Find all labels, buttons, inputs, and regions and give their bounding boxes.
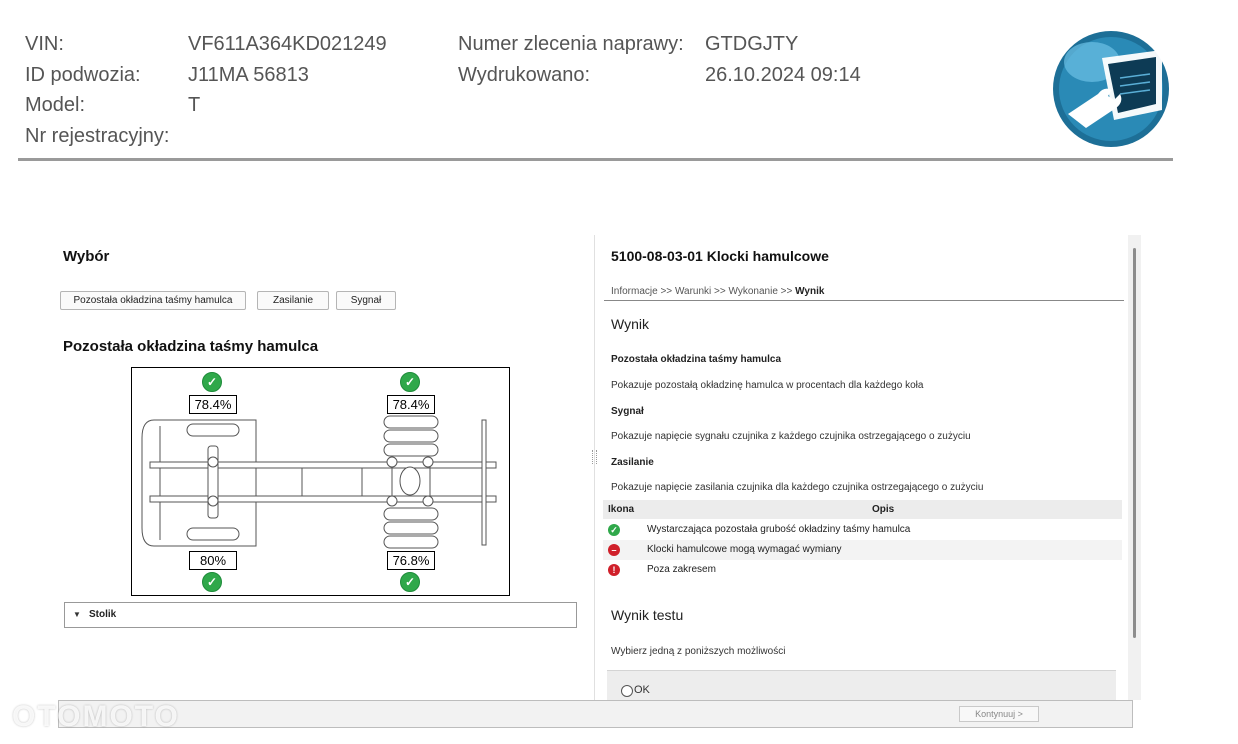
rear-right-ok-check-icon: ✓ <box>400 572 420 592</box>
registration-label: Nr rejestracyjny: <box>25 125 170 147</box>
result-panel <box>594 235 1142 700</box>
model-value: T <box>188 94 201 116</box>
vin-label: VIN: <box>25 33 64 55</box>
repair-order-label: Numer zlecenia naprawy: <box>458 33 684 55</box>
stolik-expander[interactable]: ▼ Stolik <box>64 602 577 628</box>
lining-section-heading: Pozostała okładzina taśmy hamulca <box>611 354 782 365</box>
supply-section-heading: Zasilanie <box>611 457 654 468</box>
stolik-label: Stolik <box>89 609 117 620</box>
signal-button[interactable]: Sygnał <box>336 291 396 310</box>
check-icon: ✓ <box>608 524 620 536</box>
table-row: – Klocki hamulcowe mogą wymagać wymiany <box>603 540 1122 560</box>
brake-lining-button[interactable]: Pozostała okładzina taśmy hamulca <box>60 291 246 310</box>
rear-left-wheel-value: 78.4% <box>387 395 435 414</box>
header-divider <box>18 158 1173 161</box>
bottom-toolbar: Kontynuuj > <box>58 700 1133 728</box>
test-prompt: Wybierz jedną z poniższych możliwości <box>611 646 786 657</box>
result-heading: Wynik <box>611 316 649 332</box>
minus-icon: – <box>608 544 620 556</box>
breadcrumb-conditions[interactable]: Warunki <box>675 286 711 297</box>
watermark: OTOMOTO <box>12 700 180 733</box>
test-result-heading: Wynik testu <box>611 607 684 623</box>
breadcrumb: Informacje >> Warunki >> Wykonanie >> Wy… <box>611 286 825 297</box>
icon-column-header: Ikona <box>608 504 635 515</box>
expand-triangle-icon: ▼ <box>73 610 81 619</box>
repair-order-value: GTDGJTY <box>705 33 799 55</box>
selection-title: Wybór <box>63 248 110 265</box>
table-header: Ikona Opis <box>603 500 1122 519</box>
rear-left-ok-check-icon: ✓ <box>400 372 420 392</box>
front-left-ok-check-icon: ✓ <box>202 372 222 392</box>
chassis-label: ID podwozia: <box>25 64 141 86</box>
exclamation-icon: ! <box>608 564 620 576</box>
signal-section-text: Pokazuje napięcie sygnału czujnika z każ… <box>611 431 971 442</box>
continue-button[interactable]: Kontynuuj > <box>959 706 1039 722</box>
rear-right-wheel-value: 76.8% <box>387 551 435 570</box>
options-box <box>607 670 1116 701</box>
model-label: Model: <box>25 94 86 116</box>
diagnostic-tool-logo-icon <box>1050 28 1172 150</box>
breadcrumb-current: Wynik <box>795 286 825 297</box>
scrollbar-thumb[interactable] <box>1133 248 1136 638</box>
printed-label: Wydrukowano: <box>458 64 591 86</box>
front-right-ok-check-icon: ✓ <box>202 572 222 592</box>
ok-radio-label[interactable]: OK <box>634 684 650 696</box>
printed-value: 26.10.2024 09:14 <box>705 64 861 86</box>
table-row: ✓ Wystarczająca pozostała grubość okładz… <box>603 520 1122 540</box>
breadcrumb-execution[interactable]: Wykonanie <box>729 286 778 297</box>
vin-value: VF611A364KD021249 <box>188 33 387 55</box>
front-left-wheel-value: 78.4% <box>189 395 237 414</box>
vehicle-brake-diagram: ✓ 78.4% ✓ 78.4% 80% ✓ 76.8% ✓ <box>131 367 510 596</box>
power-supply-button[interactable]: Zasilanie <box>257 291 329 310</box>
breadcrumb-divider <box>604 300 1124 301</box>
ok-radio[interactable] <box>621 685 633 697</box>
front-right-wheel-value: 80% <box>189 551 237 570</box>
splitter-handle[interactable] <box>592 450 597 464</box>
section-title: Pozostała okładzina taśmy hamulca <box>63 338 319 355</box>
table-row: ! Poza zakresem <box>603 560 1122 580</box>
lining-section-text: Pokazuje pozostałą okładzinę hamulca w p… <box>611 380 924 391</box>
signal-section-heading: Sygnał <box>611 406 644 417</box>
breadcrumb-info[interactable]: Informacje <box>611 286 658 297</box>
chassis-value: J11MA 56813 <box>188 64 309 86</box>
procedure-title: 5100-08-03-01 Klocki hamulcowe <box>611 248 829 264</box>
description-column-header: Opis <box>872 504 895 515</box>
supply-section-text: Pokazuje napięcie zasilania czujnika dla… <box>611 482 984 493</box>
